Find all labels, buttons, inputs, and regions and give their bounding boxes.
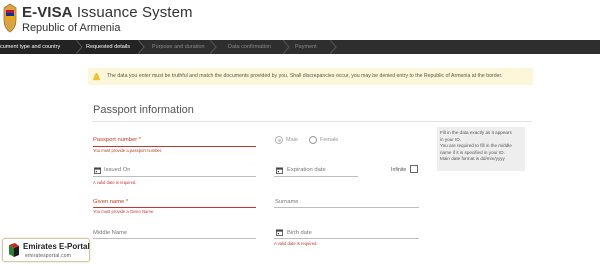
emirates-eportal-watermark: Emirates E-Portal emiratesportal.com (2, 238, 90, 262)
issued-on-error: A valid date is required. (93, 180, 137, 185)
app-title: E-VISA Issuance System (22, 4, 193, 21)
issued-on-input[interactable] (93, 176, 256, 177)
warning-icon (92, 72, 101, 81)
middle-name-input[interactable] (93, 238, 256, 239)
step-separator-icon (330, 40, 337, 54)
app-header: E-VISA Issuance System Republic of Armen… (0, 0, 600, 40)
help-line: in your ID. (440, 136, 461, 142)
step-separator-icon (138, 40, 145, 54)
calendar-icon[interactable] (276, 229, 283, 236)
passport-number-error: You must provide a passport number. (93, 148, 163, 153)
infinite-label: Infinite (391, 167, 407, 173)
surname-input[interactable] (274, 207, 419, 208)
help-line: Main date format is dd/mm/yyyy (440, 156, 505, 162)
birth-date-input[interactable] (274, 238, 419, 239)
section-divider (92, 121, 532, 122)
step-requested-details[interactable]: Requested details (86, 40, 130, 54)
step-purpose-duration[interactable]: Purpose and duration (152, 40, 205, 54)
expiration-date-label: Expiration date (287, 167, 326, 173)
given-name-input[interactable] (93, 207, 256, 208)
field-marker: ' (253, 162, 254, 167)
step-document-type[interactable]: cument type and country (0, 40, 60, 54)
portal-logo-icon (9, 243, 19, 257)
infinite-checkbox[interactable] (410, 165, 418, 173)
passport-number-input[interactable] (93, 146, 256, 147)
step-separator-icon (210, 40, 217, 54)
expiration-date-input[interactable] (274, 176, 358, 177)
gender-female-radio[interactable] (309, 136, 317, 144)
surname-label: Surname (275, 199, 299, 205)
issued-on-label: Issued On (104, 167, 131, 173)
help-box: Fill in the data exactly as it appears i… (437, 127, 525, 171)
progress-steps: cument type and country Requested detail… (0, 40, 600, 54)
middle-name-label: Middle Name (93, 230, 128, 236)
gender-male-label: Male (286, 137, 298, 143)
step-payment[interactable]: Payment (295, 40, 317, 54)
given-name-label: Given name * (93, 199, 129, 205)
notice-text: The data you enter must be truthful and … (107, 73, 503, 79)
passport-number-label: Passport number * (93, 137, 142, 143)
section-title: Passport information (93, 104, 194, 116)
step-data-confirmation[interactable]: Data confirmation (228, 40, 271, 54)
help-line: name if it is specified in your ID. (440, 149, 505, 155)
step-separator-icon (283, 40, 290, 54)
gender-female-label: Female (320, 137, 339, 143)
calendar-icon[interactable] (276, 167, 283, 174)
help-line: Fill in the data exactly as it appears (440, 130, 512, 135)
watermark-subtitle: emiratesportal.com (25, 253, 72, 259)
step-separator-icon (76, 40, 83, 54)
gender-male-radio[interactable] (275, 136, 283, 144)
watermark-title: Emirates E-Portal (23, 242, 90, 251)
help-line: You are required to fill in the middle (440, 143, 512, 149)
birth-date-error: A valid date is required. (274, 241, 318, 246)
given-name-error: You must provide a Given Name. (93, 209, 155, 214)
app-subtitle: Republic of Armenia (22, 22, 121, 34)
truthfulness-notice: The data you enter must be truthful and … (88, 68, 533, 85)
armenia-emblem-icon (3, 3, 17, 33)
calendar-icon[interactable] (94, 167, 101, 174)
birth-date-label: Birth date (287, 230, 312, 236)
